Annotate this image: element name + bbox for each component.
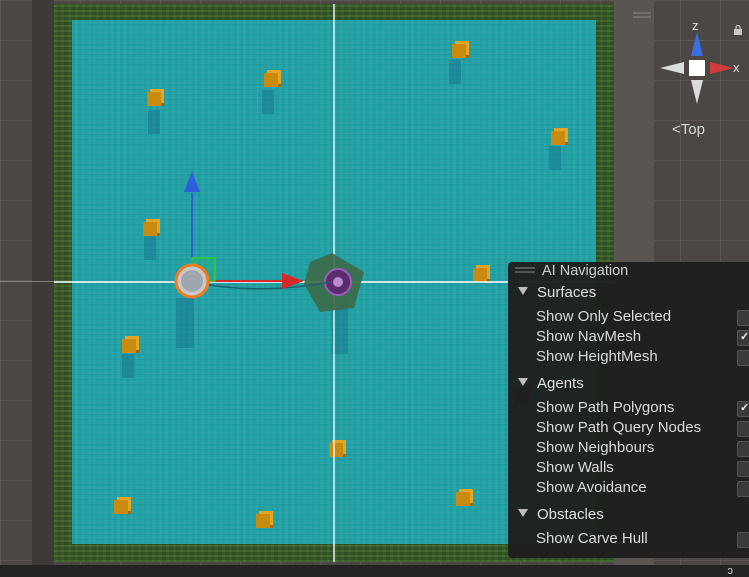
checkbox-show-heightmesh[interactable] <box>737 350 749 366</box>
section-label: Obstacles <box>537 506 604 523</box>
move-right-arrow-icon <box>282 273 304 289</box>
world-axis-line <box>0 281 54 282</box>
obstacle-cube[interactable] <box>114 500 128 514</box>
option-show-avoidance: Show Avoidance <box>536 479 647 496</box>
obstacle-cube[interactable] <box>122 339 136 353</box>
gizmo-z-label: z <box>692 18 699 33</box>
option-show-walls: Show Walls <box>536 459 614 476</box>
axis-neg-z-cone-icon <box>691 80 703 104</box>
section-label: Agents <box>537 375 584 392</box>
obstacle-cube[interactable] <box>473 268 487 282</box>
checkbox-show-path-query-nodes[interactable] <box>737 421 749 437</box>
axis-x-cone-icon <box>710 62 734 74</box>
obstacle-shadow <box>549 146 561 170</box>
option-show-carve-hull: Show Carve Hull <box>536 530 648 547</box>
section-label: Surfaces <box>537 284 597 301</box>
obstacle-shadow <box>449 60 461 84</box>
axis-z-cone-icon <box>691 32 703 56</box>
gizmo-x-label: x <box>733 60 740 75</box>
obstacle-cube[interactable] <box>456 492 470 506</box>
gizmo-center-cube-icon <box>689 60 705 76</box>
option-show-path-query-nodes: Show Path Query Nodes <box>536 419 702 436</box>
checkbox-show-walls[interactable] <box>737 461 749 477</box>
option-show-navmesh: Show NavMesh <box>536 328 642 345</box>
obstacle-cube[interactable] <box>551 131 565 145</box>
obstacle-shadow <box>262 90 274 114</box>
section-agents[interactable]: Agents <box>518 374 584 394</box>
status-indicator-icon: ↄ <box>727 565 734 577</box>
obstacle-shadow <box>122 354 134 378</box>
section-obstacles[interactable]: Obstacles <box>518 505 604 525</box>
checkbox-show-path-polygons[interactable]: ✓ <box>737 401 749 417</box>
obstacle-shadow <box>144 236 156 260</box>
collapse-triangle-icon <box>518 287 528 296</box>
checkbox-show-only-selected[interactable] <box>737 310 749 326</box>
obstacle-cube[interactable] <box>143 222 157 236</box>
obstacle-cube[interactable] <box>452 44 466 58</box>
ai-navigation-header[interactable]: AI Navigation <box>508 262 749 280</box>
checkbox-show-neighbours[interactable] <box>737 441 749 457</box>
option-show-path-polygons: Show Path Polygons <box>536 399 675 416</box>
move-handle[interactable] <box>170 165 310 305</box>
view-mode-label: Top <box>680 121 705 138</box>
obstacle-shadow <box>148 110 160 134</box>
option-show-only-selected: Show Only Selected <box>536 308 672 325</box>
ai-navigation-title: AI Navigation <box>542 263 629 279</box>
collapse-triangle-icon <box>518 378 528 387</box>
orientation-gizmo[interactable] <box>656 18 742 114</box>
view-mode-button[interactable]: <Top <box>672 121 705 138</box>
axis-neg-x-cone-icon <box>660 62 684 74</box>
checkmark-icon: ✓ <box>740 331 749 343</box>
move-up-arrow-icon <box>184 171 200 192</box>
obstacle-cube[interactable] <box>256 514 270 528</box>
option-show-neighbours: Show Neighbours <box>536 439 655 456</box>
section-surfaces[interactable]: Surfaces <box>518 283 596 303</box>
checkmark-icon: ✓ <box>740 402 749 414</box>
obstacle-cube[interactable] <box>264 73 278 87</box>
agent-shadow <box>176 298 194 348</box>
perspective-chevron-icon: < <box>672 121 681 138</box>
status-bar: ↄ <box>0 565 749 577</box>
checkbox-show-carve-hull[interactable] <box>737 532 749 548</box>
obstacle-cube[interactable] <box>147 92 161 106</box>
checkbox-show-avoidance[interactable] <box>737 481 749 497</box>
scene-view[interactable]: z x <Top AI Navigation Surfaces Show Onl… <box>0 0 749 577</box>
scene-background-strip <box>32 0 54 565</box>
option-show-heightmesh: Show HeightMesh <box>536 348 658 365</box>
ai-navigation-panel[interactable]: AI Navigation Surfaces Show Only Selecte… <box>508 262 749 558</box>
scene-menu-icon[interactable] <box>633 12 651 20</box>
collapse-triangle-icon <box>518 509 528 518</box>
checkbox-show-navmesh[interactable]: ✓ <box>737 330 749 346</box>
obstacle-cube[interactable] <box>329 443 343 457</box>
drag-handle-icon[interactable] <box>515 267 535 275</box>
